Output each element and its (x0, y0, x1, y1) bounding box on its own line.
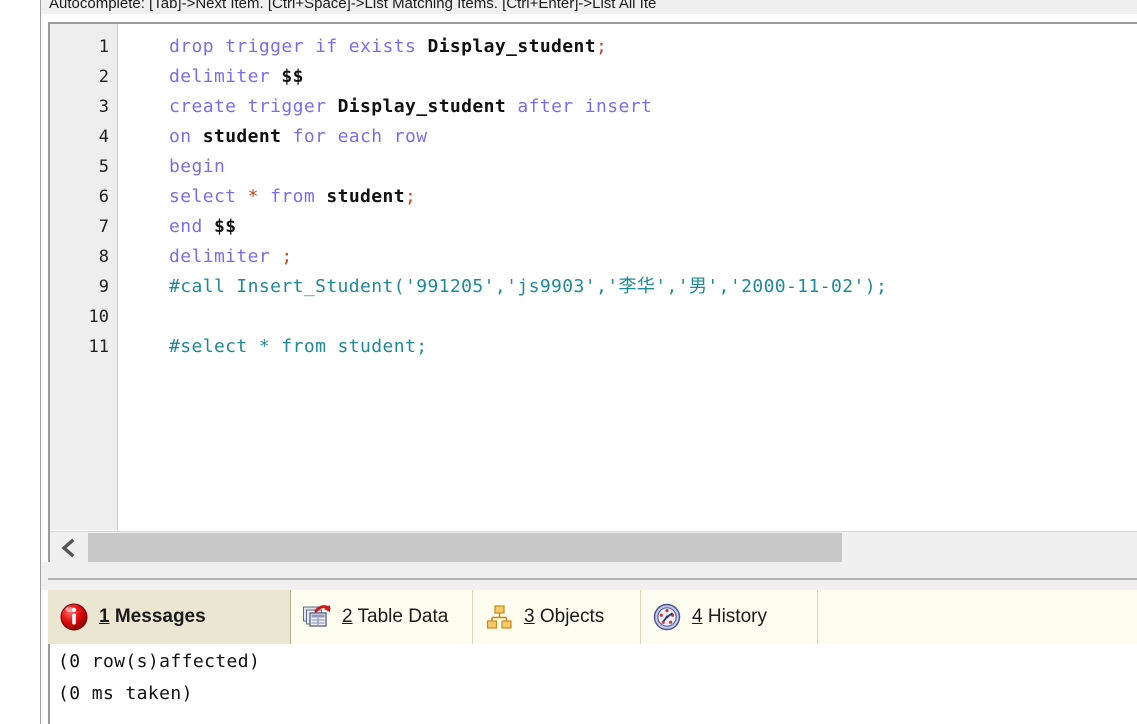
line-number-gutter: 1 2 3 4 5 6 7 8 9 10 11 (50, 24, 118, 530)
window-left-rule (40, 0, 41, 724)
sql-editor-panel[interactable]: 1 2 3 4 5 6 7 8 9 10 11 drop trigger if exists Dis… (48, 22, 1137, 563)
code-token-kw: end (169, 216, 214, 237)
message-line: (0 row(s)affected) (58, 651, 261, 672)
code-line[interactable]: on student for each row (169, 122, 427, 152)
horizontal-scroll-thumb[interactable] (88, 533, 842, 562)
table-data-icon (301, 601, 333, 633)
results-tabbar: 1 Messages 2 Table Data 3 Objects 4 History (48, 590, 1137, 644)
tab-label: 3 Objects (524, 606, 604, 628)
window-left-margin (0, 0, 41, 724)
history-clock-icon (651, 601, 683, 633)
tab-accelerator: 3 (524, 606, 535, 627)
line-number: 10 (88, 307, 109, 327)
code-token-kw: on (169, 126, 203, 147)
scrollbar-track[interactable] (842, 533, 1137, 562)
code-token-kw: delimiter (169, 66, 282, 87)
code-token-kw: create trigger (169, 96, 338, 117)
code-token-kw: from (258, 186, 327, 207)
tab-messages[interactable]: 1 Messages (48, 590, 291, 644)
code-token-punc: $$ (281, 66, 304, 87)
objects-tree-icon (483, 601, 515, 633)
tab-title: Messages (109, 606, 206, 627)
code-token-id: student (202, 126, 282, 147)
tab-accelerator: 4 (692, 606, 703, 627)
tab-accelerator: 1 (99, 606, 110, 627)
panel-separator (41, 562, 1137, 590)
line-number: 2 (98, 67, 109, 87)
autocomplete-hint-text: Autocomplete: [Tab]->Next Item. [Ctrl+Sp… (49, 0, 657, 12)
code-line[interactable]: begin (169, 152, 225, 182)
tab-title: Table Data (352, 606, 449, 627)
code-token-op: ; (281, 246, 293, 267)
sql-editor-window: Autocomplete: [Tab]->Next Item. [Ctrl+Sp… (0, 0, 1137, 724)
editor-horizontal-scrollbar[interactable] (50, 531, 1137, 563)
code-token-kw: for each row (281, 126, 428, 147)
code-line[interactable]: delimiter $$ (169, 62, 304, 92)
tab-title: History (702, 606, 767, 627)
code-token-kw: begin (169, 156, 226, 177)
messages-output-area: (0 row(s)affected) (0 ms taken) (48, 644, 1137, 724)
tab-title: Objects (534, 606, 605, 627)
code-token-kw: select (169, 186, 248, 207)
info-circle-icon (58, 601, 90, 633)
tab-label: 4 History (692, 606, 767, 628)
line-number: 8 (98, 247, 109, 267)
code-token-kw: after insert (506, 96, 653, 117)
line-number: 3 (98, 97, 109, 117)
code-line[interactable]: drop trigger if exists Display_student; (169, 32, 607, 62)
autocomplete-hint-bar: Autocomplete: [Tab]->Next Item. [Ctrl+Sp… (41, 0, 1137, 14)
line-number: 7 (98, 217, 109, 237)
code-token-punc: $$ (213, 216, 237, 237)
code-line[interactable]: end $$ (169, 212, 236, 242)
code-line[interactable]: select * from student; (169, 182, 416, 212)
tab-label: 1 Messages (99, 606, 206, 628)
tab-accelerator: 2 (342, 606, 353, 627)
sql-code-area[interactable]: drop trigger if exists Display_student; d… (119, 24, 1137, 530)
code-token-id: student (326, 186, 406, 207)
code-token-op: * (247, 186, 259, 207)
code-token-op: ; (405, 186, 417, 207)
message-line: (0 ms taken) (58, 683, 193, 704)
code-token-cmt: #call Insert_Student('991205','js9903','… (169, 276, 888, 297)
tab-label: 2 Table Data (342, 606, 448, 628)
sql-editor-body[interactable]: 1 2 3 4 5 6 7 8 9 10 11 drop trigger if exists Dis… (50, 24, 1137, 530)
code-token-op: ; (596, 36, 608, 57)
code-token-kw: delimiter (169, 246, 282, 267)
code-line[interactable]: #call Insert_Student('991205','js9903','… (169, 272, 887, 302)
chevron-left-icon[interactable] (50, 532, 87, 563)
code-token-id: Display_student (427, 36, 597, 57)
panel-separator-rule (48, 578, 1137, 580)
line-number: 4 (98, 127, 109, 147)
code-token-cmt: #select * from student; (169, 336, 428, 357)
code-token-id: Display_student (337, 96, 507, 117)
line-number: 6 (98, 187, 109, 207)
line-number: 5 (98, 157, 109, 177)
tab-table-data[interactable]: 2 Table Data (291, 590, 473, 644)
line-number: 1 (98, 37, 109, 57)
code-token-kw: drop trigger if exists (169, 36, 428, 57)
code-line[interactable]: delimiter ; (169, 242, 293, 272)
code-line[interactable]: create trigger Display_student after ins… (169, 92, 652, 122)
line-number: 11 (88, 337, 109, 357)
code-line[interactable]: #select * from student; (169, 332, 427, 362)
tab-history[interactable]: 4 History (641, 590, 818, 644)
results-panel: 1 Messages 2 Table Data 3 Objects 4 History… (48, 590, 1137, 724)
line-number: 9 (98, 277, 109, 297)
tab-objects[interactable]: 3 Objects (473, 590, 641, 644)
